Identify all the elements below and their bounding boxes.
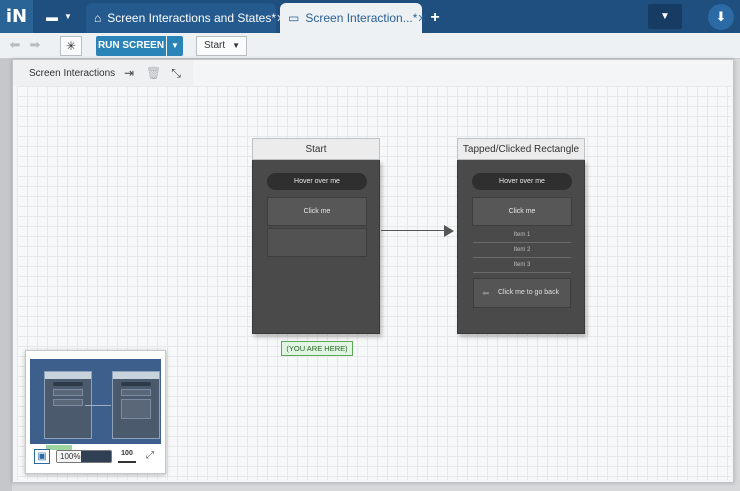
empty-rectangle (267, 228, 367, 257)
list-item: Item 2 (473, 243, 571, 258)
app-logo[interactable]: iN (0, 0, 33, 33)
toolbar: ⬅ ➡ ✳ RUN SCREEN ▼ Start ▼ (0, 33, 740, 59)
minimap-viewport[interactable] (30, 359, 161, 450)
select-value: Start (204, 40, 226, 51)
download-button[interactable]: ⬇ (708, 4, 734, 30)
panel-title: Screen Interactions (29, 68, 116, 79)
export-icon[interactable]: ⇥ (122, 66, 136, 80)
panel-header: Screen Interactions ⇥ 🗑 ⤡ (13, 60, 193, 86)
click-rectangle: Click me (472, 197, 572, 226)
screen-card-body: Hover over me Click me (252, 160, 380, 334)
click-rectangle: Click me (267, 197, 367, 226)
tab-label: Screen Interaction...* (305, 11, 418, 25)
screen-card-start[interactable]: Start Hover over me Click me (252, 138, 380, 334)
left-sidebar-collapsed (0, 59, 12, 491)
download-icon: ⬇ (715, 9, 727, 24)
go-back-button: ⬅ Click me to go back (473, 278, 571, 308)
hover-pill: Hover over me (267, 173, 367, 190)
list-item: Item 1 (473, 228, 571, 243)
flow-connector-line[interactable] (381, 230, 447, 231)
you-are-here-badge: (YOU ARE HERE) (281, 341, 353, 356)
select-tool-button[interactable]: ✳ (60, 36, 82, 56)
home-icon: ⌂ (94, 11, 102, 25)
title-bar: iN ▬ ▼ ⌂ Screen Interactions and States*… (0, 0, 740, 33)
go-back-label: Click me to go back (498, 289, 560, 296)
main-menu-dropdown[interactable]: ▼ (648, 4, 682, 29)
screen-card-tapped-rectangle[interactable]: Tapped/Clicked Rectangle Hover over me C… (457, 138, 585, 334)
screen-icon: ▭ (288, 11, 300, 25)
tab-screen-interactions-and-states[interactable]: ⌂ Screen Interactions and States* ✕ (86, 3, 285, 33)
zoom-slider[interactable]: 100% (56, 450, 112, 463)
arrow-left-icon: ⬅ (482, 288, 490, 298)
screen-card-title: Start (252, 138, 380, 160)
hover-pill: Hover over me (472, 173, 572, 190)
chevron-down-icon: ▼ (64, 12, 72, 21)
minimap-footer: ▣ 100% 100 ⤢ (30, 448, 161, 468)
folder-menu-button[interactable]: ▬ ▼ (36, 4, 82, 29)
chevron-down-icon: ▼ (171, 41, 179, 50)
logo-text: iN (5, 6, 28, 27)
folder-icon: ▬ (46, 9, 59, 24)
forward-arrow-icon[interactable]: ➡ (27, 37, 43, 53)
new-tab-button[interactable]: + (425, 8, 445, 28)
tab-screen-interaction[interactable]: ▭ Screen Interaction...* ✕ (280, 3, 427, 33)
back-arrow-icon[interactable]: ⬅ (7, 37, 23, 53)
zoom-level: 100% (60, 452, 81, 461)
fit-to-screen-icon[interactable]: ⤢ (143, 449, 157, 463)
screen-card-title: Tapped/Clicked Rectangle (457, 138, 585, 160)
minimap[interactable]: ▣ 100% 100 ⤢ (25, 350, 166, 474)
start-screen-select[interactable]: Start ▼ (196, 36, 247, 56)
chevron-down-icon: ▼ (660, 11, 670, 22)
run-screen-button[interactable]: RUN SCREEN (96, 36, 166, 56)
minimap-screen-tapped (112, 371, 160, 439)
run-dropdown-button[interactable]: ▼ (167, 36, 183, 56)
chevron-down-icon: ▼ (232, 41, 240, 50)
collapse-icon[interactable]: ⤡ (169, 66, 183, 80)
flow-arrowhead (444, 225, 454, 237)
minimap-connector (85, 405, 111, 406)
actual-size-button[interactable]: 100 (118, 449, 136, 463)
list-item: Item 3 (473, 258, 571, 273)
trash-icon[interactable]: 🗑 (146, 66, 161, 80)
tab-label: Screen Interactions and States* (107, 11, 277, 25)
cursor-icon: ✳ (65, 39, 77, 53)
image-icon[interactable]: ▣ (34, 449, 50, 464)
screen-card-body: Hover over me Click me Item 1 Item 2 Ite… (457, 160, 585, 334)
